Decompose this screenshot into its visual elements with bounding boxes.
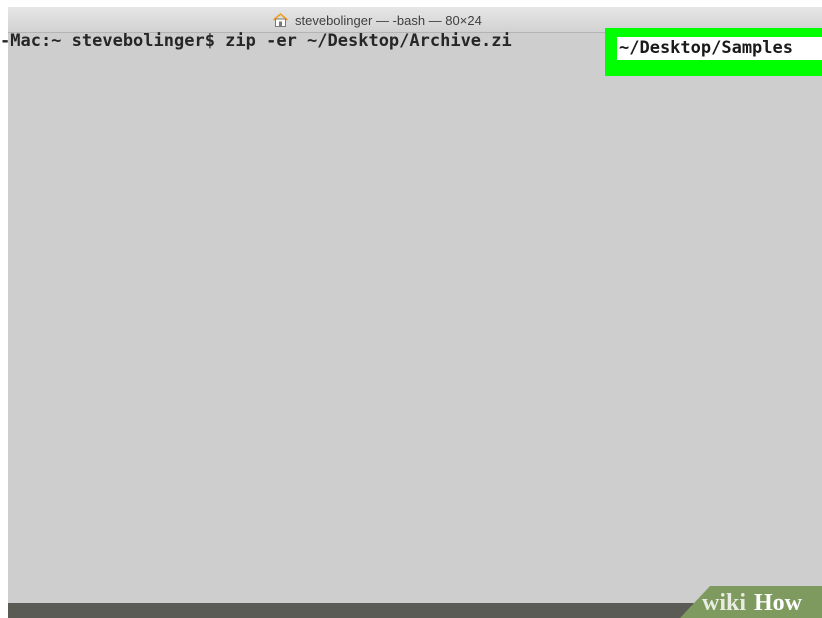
command-text: zip -er ~/Desktop/Archive.zi xyxy=(225,31,512,51)
wikihow-watermark: wiki How xyxy=(666,578,822,618)
terminal-content-area[interactable] xyxy=(8,33,822,595)
command-line: -Mac:~ stevebolinger$ zip -er ~/Desktop/… xyxy=(0,30,512,52)
page: stevebolinger — -bash — 80×24 -Mac:~ ste… xyxy=(0,0,822,618)
window-title: stevebolinger — -bash — 80×24 xyxy=(295,12,482,28)
watermark-part-wiki: wiki xyxy=(702,590,746,616)
watermark-part-how: How xyxy=(754,590,803,616)
home-icon xyxy=(272,12,289,28)
shell-prompt: -Mac:~ stevebolinger$ xyxy=(0,31,226,51)
highlighted-argument: ~/Desktop/Samples xyxy=(619,38,793,58)
window-title-group: stevebolinger — -bash — 80×24 xyxy=(272,12,482,28)
terminal-window: stevebolinger — -bash — 80×24 xyxy=(8,7,822,618)
